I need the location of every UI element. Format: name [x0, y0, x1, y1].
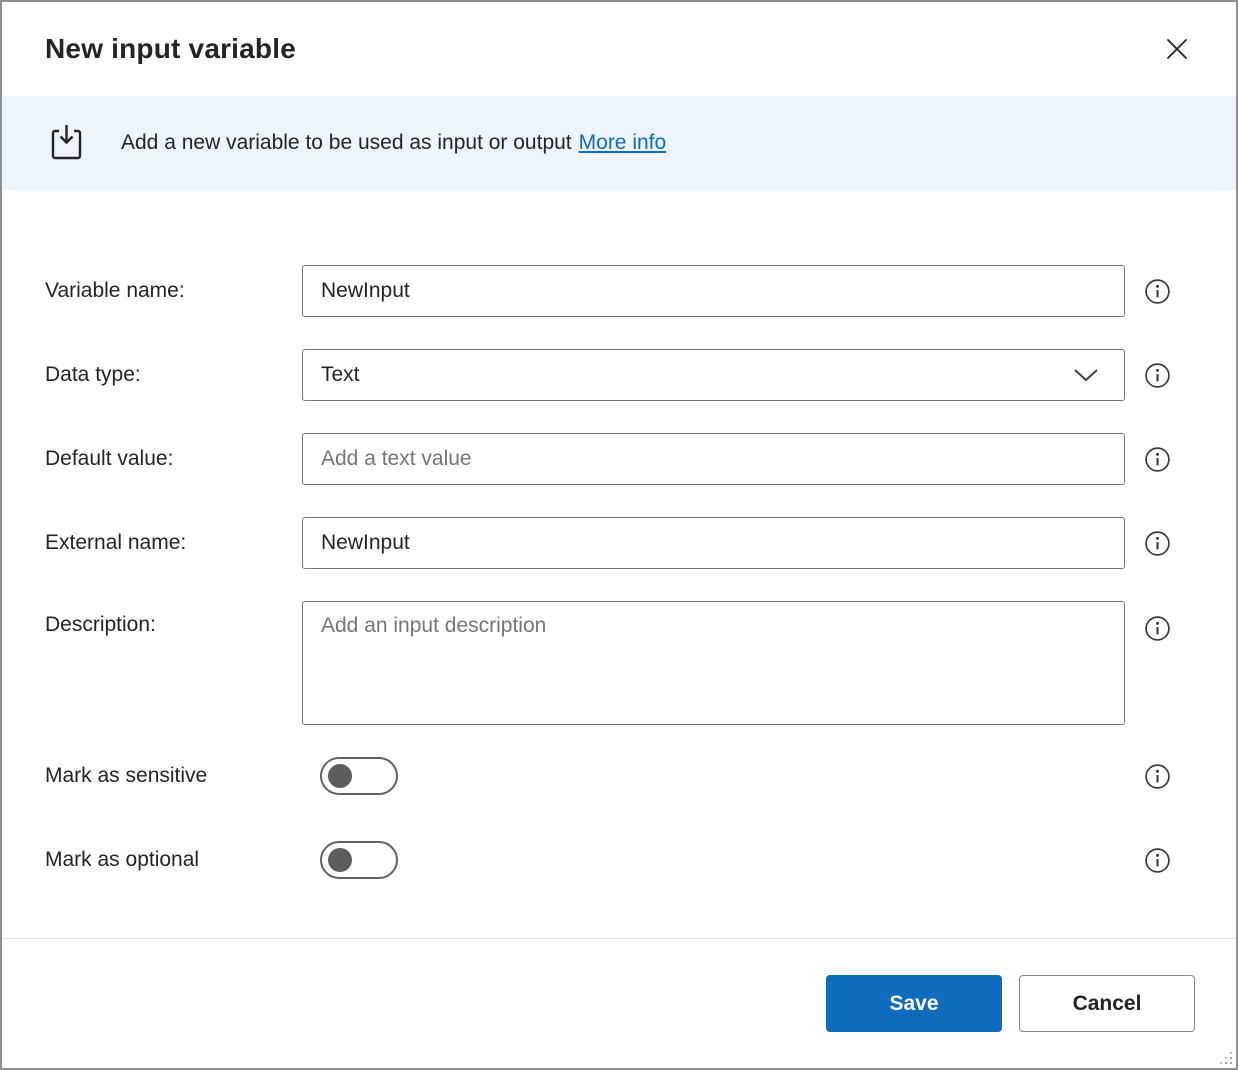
save-button[interactable]: Save [826, 975, 1002, 1032]
mark-as-optional-toggle[interactable] [320, 841, 398, 879]
description-label: Description: [45, 613, 302, 637]
new-input-variable-dialog: New input variable Add a new variable to… [0, 0, 1238, 1070]
description-row: Description: [45, 601, 1236, 725]
resize-grip[interactable] [1218, 1050, 1234, 1066]
variable-name-label: Variable name: [45, 279, 302, 303]
mark-as-sensitive-row: Mark as sensitive [45, 757, 1236, 795]
data-type-select[interactable]: Text [302, 349, 1125, 401]
dialog-footer: Save Cancel [2, 938, 1236, 1068]
banner-message: Add a new variable to be used as input o… [121, 131, 666, 155]
external-name-info-icon[interactable] [1125, 530, 1236, 557]
description-textarea[interactable] [302, 601, 1125, 725]
default-value-label: Default value: [45, 447, 302, 471]
toggle-knob [328, 764, 352, 788]
mark-as-optional-info-icon[interactable] [1125, 847, 1236, 874]
external-name-row: External name: [45, 517, 1236, 569]
external-name-label: External name: [45, 531, 302, 555]
more-info-link[interactable]: More info [579, 131, 667, 154]
mark-as-optional-label: Mark as optional [45, 848, 302, 872]
data-type-info-icon[interactable] [1125, 362, 1236, 389]
mark-as-sensitive-info-icon[interactable] [1125, 763, 1236, 790]
dialog-form: Variable name: Data type: Text [2, 190, 1236, 879]
input-variable-icon [47, 123, 85, 163]
variable-name-input[interactable] [302, 265, 1125, 317]
cancel-button[interactable]: Cancel [1019, 975, 1195, 1032]
data-type-row: Data type: Text [45, 349, 1236, 401]
variable-name-row: Variable name: [45, 265, 1236, 317]
chevron-down-icon [1072, 367, 1100, 383]
toggle-knob [328, 848, 352, 872]
external-name-input[interactable] [302, 517, 1125, 569]
data-type-label: Data type: [45, 363, 302, 387]
data-type-selected-value: Text [321, 363, 360, 387]
dialog-title: New input variable [45, 33, 296, 65]
close-button[interactable] [1154, 26, 1200, 72]
default-value-info-icon[interactable] [1125, 446, 1236, 473]
mark-as-optional-row: Mark as optional [45, 841, 1236, 879]
close-icon [1164, 50, 1190, 65]
mark-as-sensitive-label: Mark as sensitive [45, 764, 302, 788]
dialog-header: New input variable [2, 2, 1236, 96]
description-info-icon[interactable] [1125, 615, 1236, 642]
variable-name-info-icon[interactable] [1125, 278, 1236, 305]
mark-as-sensitive-toggle[interactable] [320, 757, 398, 795]
default-value-row: Default value: [45, 433, 1236, 485]
info-banner: Add a new variable to be used as input o… [2, 96, 1236, 190]
default-value-input[interactable] [302, 433, 1125, 485]
